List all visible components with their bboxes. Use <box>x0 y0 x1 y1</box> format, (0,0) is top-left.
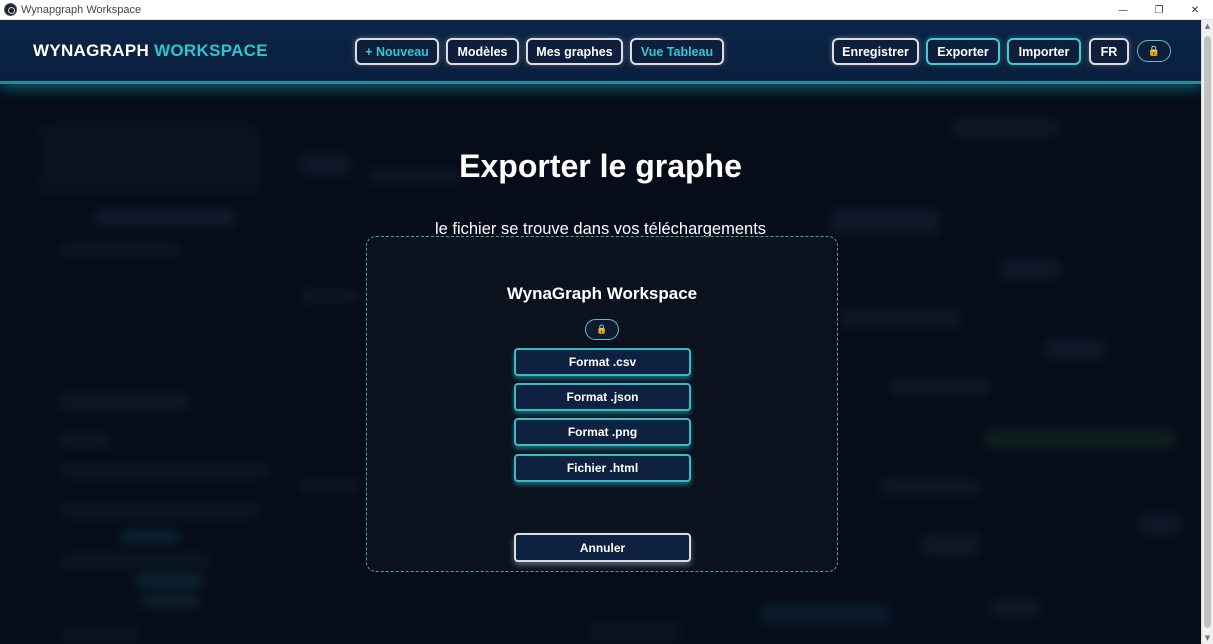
lock-toggle[interactable]: 🔒 <box>1137 40 1171 62</box>
export-panel-title: WynaGraph Workspace <box>506 284 698 303</box>
language-button[interactable]: FR <box>1089 38 1129 65</box>
export-panel: WynaGraph Workspace 🔒 Format .csv Format… <box>366 236 838 572</box>
scroll-thumb[interactable] <box>1204 36 1211 628</box>
window-titlebar: Wynapgraph Workspace — ❐ ✕ <box>0 0 1213 20</box>
scroll-up-arrow-icon[interactable]: ▲ <box>1202 20 1213 32</box>
table-view-button[interactable]: Vue Tableau <box>630 38 724 65</box>
app-area: WYNAGRAPH WORKSPACE + Nouveau Modèles Me… <box>0 20 1201 644</box>
lock-icon: 🔒 <box>1147 45 1161 57</box>
app-header: WYNAGRAPH WORKSPACE + Nouveau Modèles Me… <box>0 20 1201 84</box>
brand-logo: WYNAGRAPH WORKSPACE <box>33 41 268 61</box>
my-graphs-button[interactable]: Mes graphes <box>526 38 623 65</box>
vertical-scrollbar[interactable]: ▲ ▼ <box>1201 20 1213 644</box>
minimize-button[interactable]: — <box>1105 0 1141 20</box>
export-html-button[interactable]: Fichier .html <box>514 454 691 482</box>
export-json-button[interactable]: Format .json <box>514 383 691 411</box>
close-button[interactable]: ✕ <box>1177 0 1213 20</box>
window-title: Wynapgraph Workspace <box>21 3 142 16</box>
restore-button[interactable]: ❐ <box>1141 0 1177 20</box>
models-button[interactable]: Modèles <box>446 38 519 65</box>
scroll-down-arrow-icon[interactable]: ▼ <box>1202 632 1213 644</box>
import-button[interactable]: Importer <box>1007 38 1081 65</box>
export-png-button[interactable]: Format .png <box>514 418 691 446</box>
brand-accent: WORKSPACE <box>154 41 268 60</box>
export-button[interactable]: Exporter <box>926 38 1000 65</box>
cancel-button[interactable]: Annuler <box>514 533 691 562</box>
export-csv-button[interactable]: Format .csv <box>514 348 691 376</box>
window-controls: — ❐ ✕ <box>1105 0 1213 20</box>
export-lock-toggle[interactable]: 🔒 <box>585 319 619 340</box>
modal-title: Exporter le graphe <box>459 148 742 184</box>
new-button[interactable]: + Nouveau <box>355 38 439 65</box>
app-icon <box>4 3 17 16</box>
save-button[interactable]: Enregistrer <box>832 38 919 65</box>
brand-main: WYNAGRAPH <box>33 41 150 60</box>
lock-icon: 🔒 <box>596 324 608 335</box>
